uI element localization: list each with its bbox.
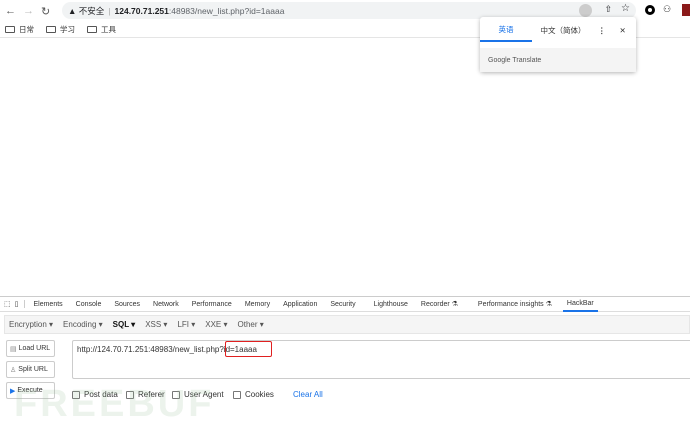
device-icon[interactable]: ▯ — [15, 300, 26, 308]
extension-icon[interactable] — [645, 5, 655, 15]
menu-encoding[interactable]: Encoding ▾ — [63, 320, 103, 329]
profile-icon[interactable] — [682, 4, 690, 16]
translate-popup: 英语 中文（简体） ⋮ ✕ Google Translate — [480, 17, 636, 72]
devtools-tabbar: ⬚ ▯ Elements Console Sources Network Per… — [0, 296, 690, 312]
tab-lighthouse[interactable]: Lighthouse — [374, 301, 408, 308]
split-url-label: Split URL — [18, 366, 48, 373]
menu-xxe[interactable]: XXE ▾ — [205, 320, 227, 329]
extension2-icon[interactable]: ⚇ — [663, 4, 671, 15]
close-icon[interactable]: ✕ — [620, 26, 626, 35]
star-icon[interactable]: ☆ — [621, 3, 630, 14]
bookmark[interactable]: 工具 — [101, 24, 116, 35]
hackbar-menu: Encryption ▾ Encoding ▾ SQL ▾ XSS ▾ LFI … — [4, 315, 690, 334]
share-icon[interactable]: ⇧ — [604, 4, 612, 15]
tab-chinese[interactable]: 中文（简体） — [532, 25, 594, 36]
tab-elements[interactable]: Elements — [33, 301, 62, 308]
inspect-icon[interactable]: ⬚ — [4, 300, 11, 308]
cookies-label: Cookies — [245, 390, 274, 399]
menu-other[interactable]: Other ▾ — [238, 320, 264, 329]
tab-network[interactable]: Network — [153, 301, 179, 308]
url-textarea[interactable]: http://124.70.71.251:48983/new_list.php?… — [72, 340, 690, 379]
cookies-checkbox[interactable] — [233, 390, 241, 399]
more-icon[interactable]: ⋮ — [598, 26, 606, 35]
translate-footer: Google Translate — [480, 48, 636, 72]
split-url-button[interactable]: ♙ Split URL — [6, 361, 55, 378]
tab-hackbar[interactable]: HackBar — [562, 297, 598, 312]
clear-all-link[interactable]: Clear All — [293, 390, 323, 399]
folder-icon — [46, 25, 56, 33]
menu-lfi[interactable]: LFI ▾ — [177, 320, 195, 329]
menu-xss[interactable]: XSS ▾ — [145, 320, 167, 329]
folder-icon — [87, 25, 97, 33]
translate-icon[interactable] — [579, 4, 592, 17]
load-icon: ▤ — [10, 345, 17, 353]
load-url-button[interactable]: ▤ Load URL — [6, 340, 55, 357]
menu-sql[interactable]: SQL ▾ — [113, 320, 136, 329]
tab-sources[interactable]: Sources — [114, 301, 140, 308]
split-icon: ♙ — [10, 366, 17, 374]
forward-button[interactable]: → — [23, 2, 34, 20]
insecure-label: 不安全 — [78, 5, 105, 16]
url-host: 124.70.71.251 — [114, 5, 169, 16]
tab-memory[interactable]: Memory — [245, 301, 270, 308]
back-button[interactable]: ← — [5, 2, 16, 20]
folder-icon — [5, 25, 15, 33]
tab-recorder[interactable]: Recorder ⚗ — [421, 300, 458, 308]
tab-console[interactable]: Console — [76, 301, 102, 308]
tab-performance[interactable]: Performance — [192, 301, 232, 308]
freebuf-watermark: FREEBUF — [14, 383, 215, 425]
menu-encryption[interactable]: Encryption ▾ — [9, 320, 53, 329]
bookmark[interactable]: 日常 — [19, 24, 34, 35]
tab-security[interactable]: Security — [330, 301, 355, 308]
load-url-label: Load URL — [18, 345, 51, 352]
bookmark[interactable]: 学习 — [60, 24, 75, 35]
reload-button[interactable]: ↻ — [41, 2, 50, 20]
tab-english[interactable]: 英语 — [480, 19, 532, 42]
url-rest: :48983/new_list.php?id=1aaaa — [168, 5, 285, 16]
tab-application[interactable]: Application — [283, 301, 317, 308]
highlight-box — [225, 341, 272, 357]
tab-performance-insights[interactable]: Performance insights ⚗ — [478, 300, 552, 308]
warning-icon: ▲ — [68, 5, 79, 16]
